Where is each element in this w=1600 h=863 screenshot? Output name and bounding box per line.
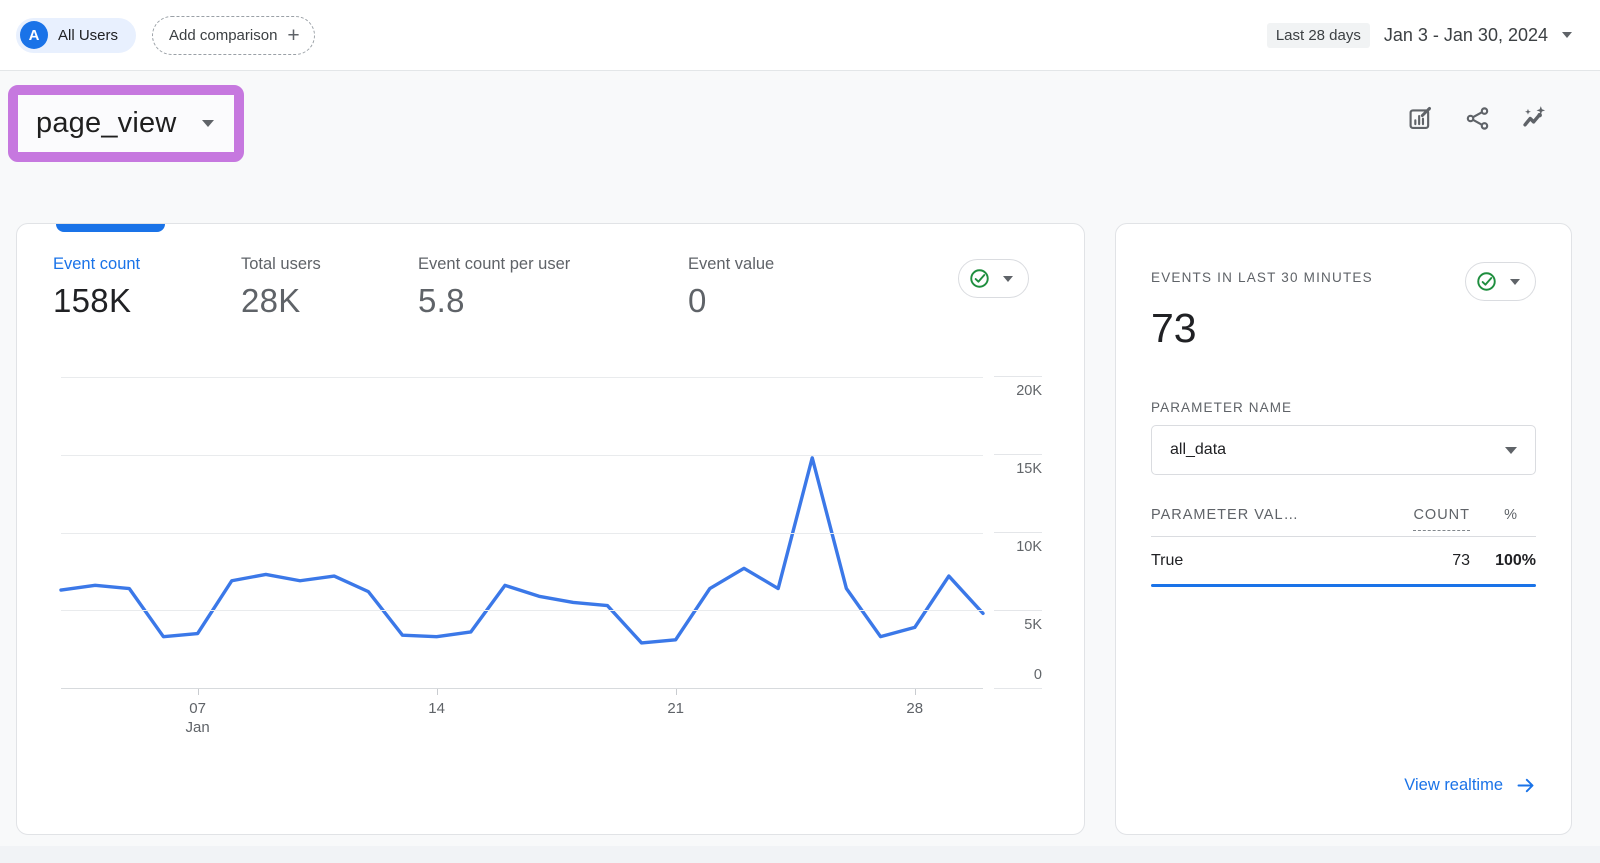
x-tick bbox=[676, 689, 677, 695]
data-quality-dropdown[interactable] bbox=[958, 259, 1029, 298]
parameter-name-value: all_data bbox=[1170, 441, 1226, 459]
y-tick bbox=[994, 610, 1042, 611]
y-tick-label: 15K bbox=[1016, 461, 1042, 477]
realtime-event-count: 73 bbox=[1151, 305, 1536, 352]
x-tick-label: 28 bbox=[906, 699, 923, 718]
table-row[interactable]: True 73 100% bbox=[1151, 537, 1536, 584]
plus-icon: + bbox=[287, 25, 299, 46]
column-header-count[interactable]: COUNT bbox=[1394, 507, 1470, 523]
realtime-events-card: EVENTS IN LAST 30 MINUTES 73 PARAMETER N… bbox=[1115, 223, 1572, 835]
percent-cell: 100% bbox=[1470, 552, 1536, 570]
parameter-values-table: PARAMETER VAL… COUNT % True 73 100% bbox=[1151, 507, 1536, 587]
event-metrics-card: Event count 158K Total users 28K Event c… bbox=[16, 223, 1085, 835]
share-icon[interactable] bbox=[1464, 105, 1491, 132]
metric-value: 158K bbox=[53, 282, 241, 320]
metric-value: 5.8 bbox=[418, 282, 688, 320]
arrow-right-icon bbox=[1515, 775, 1536, 796]
metric-value: 28K bbox=[241, 282, 418, 320]
chevron-down-icon bbox=[1505, 447, 1517, 454]
y-tick-label: 20K bbox=[1016, 383, 1042, 399]
view-realtime-link[interactable]: View realtime bbox=[1404, 775, 1536, 796]
chevron-down-icon bbox=[202, 120, 214, 127]
date-preset-badge: Last 28 days bbox=[1267, 23, 1370, 48]
insights-icon[interactable] bbox=[1521, 105, 1548, 132]
event-name-dropdown[interactable]: page_view bbox=[8, 85, 244, 162]
row-percent-bar bbox=[1151, 584, 1536, 587]
event-count-series-line bbox=[61, 458, 983, 643]
x-axis: 07Jan 14 21 28 bbox=[61, 689, 983, 741]
check-circle-icon bbox=[1475, 270, 1498, 293]
chevron-down-icon bbox=[1003, 276, 1013, 282]
metric-label: Event count per user bbox=[418, 255, 688, 274]
gridline bbox=[61, 610, 983, 611]
x-tick bbox=[437, 689, 438, 695]
metric-event-count-per-user[interactable]: Event count per user 5.8 bbox=[418, 255, 688, 320]
column-header-parameter-value: PARAMETER VAL… bbox=[1151, 507, 1394, 523]
gridline bbox=[61, 533, 983, 534]
count-cell: 73 bbox=[1394, 552, 1470, 570]
event-count-chart: 20K 15K 10K 5K 0 07Jan 14 21 28 bbox=[61, 377, 1044, 741]
event-name: page_view bbox=[36, 107, 176, 140]
metric-label: Event value bbox=[688, 255, 774, 274]
all-users-segment-chip[interactable]: A All Users bbox=[16, 18, 136, 53]
y-tick bbox=[994, 454, 1042, 455]
date-range-picker[interactable]: Jan 3 - Jan 30, 2024 bbox=[1384, 25, 1548, 46]
y-tick-label: 5K bbox=[1024, 617, 1042, 633]
data-quality-dropdown[interactable] bbox=[1465, 262, 1536, 301]
view-realtime-label: View realtime bbox=[1404, 776, 1503, 795]
parameter-name-label: PARAMETER NAME bbox=[1151, 400, 1536, 415]
chevron-down-icon bbox=[1510, 279, 1520, 285]
top-toolbar: A All Users Add comparison + Last 28 day… bbox=[0, 0, 1600, 71]
add-comparison-label: Add comparison bbox=[169, 27, 277, 44]
chart-plot-area[interactable] bbox=[61, 377, 983, 689]
metric-value: 0 bbox=[688, 282, 774, 320]
x-tick-label: 14 bbox=[428, 699, 445, 718]
all-users-label: All Users bbox=[58, 27, 118, 44]
y-tick bbox=[994, 688, 1042, 689]
customize-report-icon[interactable] bbox=[1407, 105, 1434, 132]
gridline bbox=[61, 377, 983, 378]
page-bottom-strip bbox=[0, 846, 1600, 863]
realtime-card-title: EVENTS IN LAST 30 MINUTES bbox=[1151, 270, 1373, 285]
x-tick-label: 07Jan bbox=[185, 699, 209, 737]
gridline bbox=[61, 455, 983, 456]
y-tick-label: 0 bbox=[1034, 667, 1042, 683]
selected-metric-tab-indicator bbox=[56, 224, 165, 232]
metric-label: Event count bbox=[53, 255, 241, 274]
y-tick-label: 10K bbox=[1016, 539, 1042, 555]
y-tick bbox=[994, 376, 1042, 377]
column-header-percent: % bbox=[1470, 507, 1536, 523]
parameter-value-cell: True bbox=[1151, 552, 1394, 570]
metrics-row: Event count 158K Total users 28K Event c… bbox=[17, 224, 1084, 320]
y-axis: 20K 15K 10K 5K 0 bbox=[992, 377, 1044, 689]
metric-total-users[interactable]: Total users 28K bbox=[241, 255, 418, 320]
chevron-down-icon[interactable] bbox=[1562, 32, 1572, 38]
metric-event-value[interactable]: Event value 0 bbox=[688, 255, 774, 320]
event-header-row: page_view bbox=[0, 71, 1600, 223]
y-tick bbox=[994, 532, 1042, 533]
metric-label: Total users bbox=[241, 255, 418, 274]
segment-avatar: A bbox=[20, 21, 48, 49]
check-circle-icon bbox=[968, 267, 991, 290]
add-comparison-button[interactable]: Add comparison + bbox=[152, 16, 315, 55]
x-tick-label: 21 bbox=[667, 699, 684, 718]
x-tick bbox=[915, 689, 916, 695]
metric-event-count[interactable]: Event count 158K bbox=[53, 255, 241, 320]
parameter-name-select[interactable]: all_data bbox=[1151, 425, 1536, 475]
x-tick bbox=[198, 689, 199, 695]
